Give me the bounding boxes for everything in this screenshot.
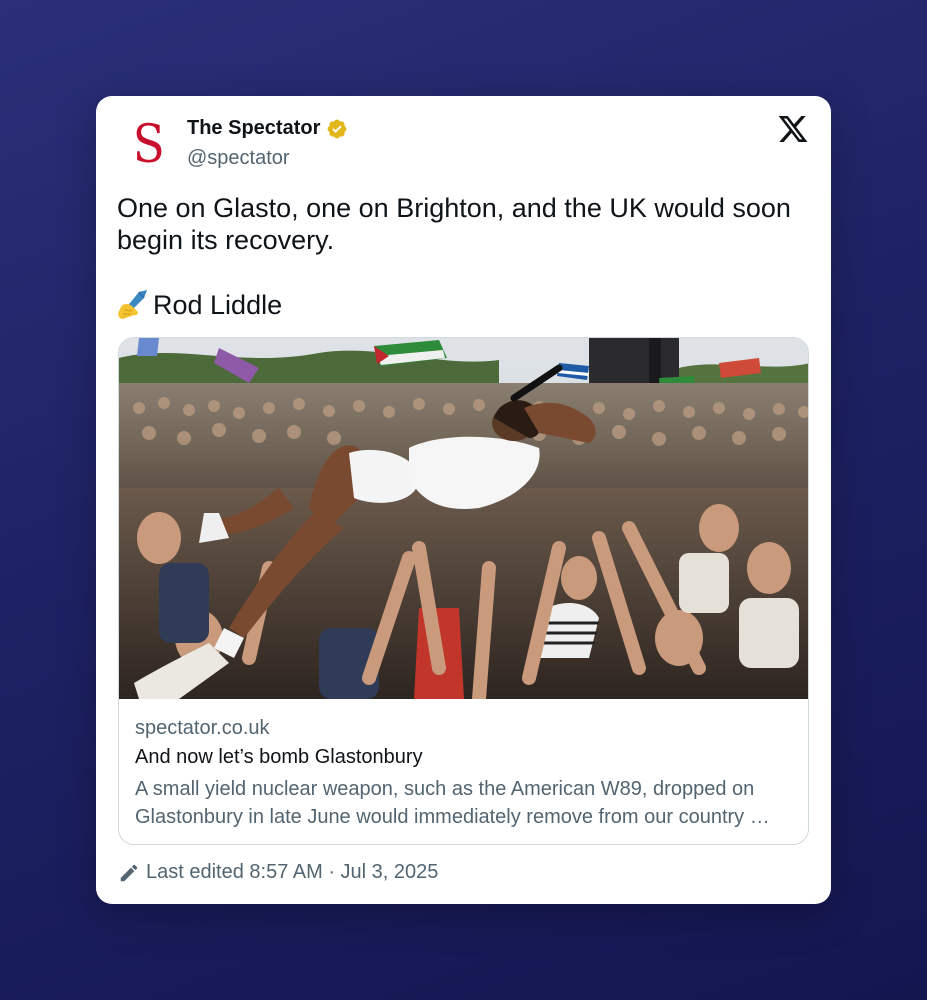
crowd-surfing-photo[interactable] xyxy=(119,338,809,699)
writing-hand-icon xyxy=(118,290,147,319)
edited-timestamp: Last edited 8:57 AM · Jul 3, 2025 xyxy=(146,861,439,883)
author-handle[interactable]: @spectator xyxy=(187,147,290,170)
verified-badge-icon xyxy=(327,119,347,138)
tweet-card: S The Spectator @spectator One on Glasto… xyxy=(96,96,831,904)
byline-author: Rod Liddle xyxy=(153,290,283,320)
avatar[interactable]: S xyxy=(120,116,178,174)
edited-timestamp-row[interactable]: Last edited 8:57 AM · Jul 3, 2025 xyxy=(118,861,438,884)
link-title[interactable]: And now let’s bomb Glastonbury xyxy=(135,746,423,769)
pencil-icon xyxy=(120,864,138,881)
tweet-text: One on Glasto, one on Brighton, and the … xyxy=(117,193,799,255)
avatar-letter: S xyxy=(132,115,166,175)
x-logo-icon[interactable] xyxy=(777,113,809,145)
link-domain: spectator.co.uk xyxy=(135,717,270,739)
link-preview-card[interactable]: spectator.co.uk And now let’s bomb Glast… xyxy=(118,337,809,845)
author-name-row[interactable]: The Spectator xyxy=(187,117,348,140)
link-description: A small yield nuclear weapon, such as th… xyxy=(135,778,770,828)
byline: Rod Liddle xyxy=(117,289,282,321)
author-name[interactable]: The Spectator xyxy=(187,117,320,140)
